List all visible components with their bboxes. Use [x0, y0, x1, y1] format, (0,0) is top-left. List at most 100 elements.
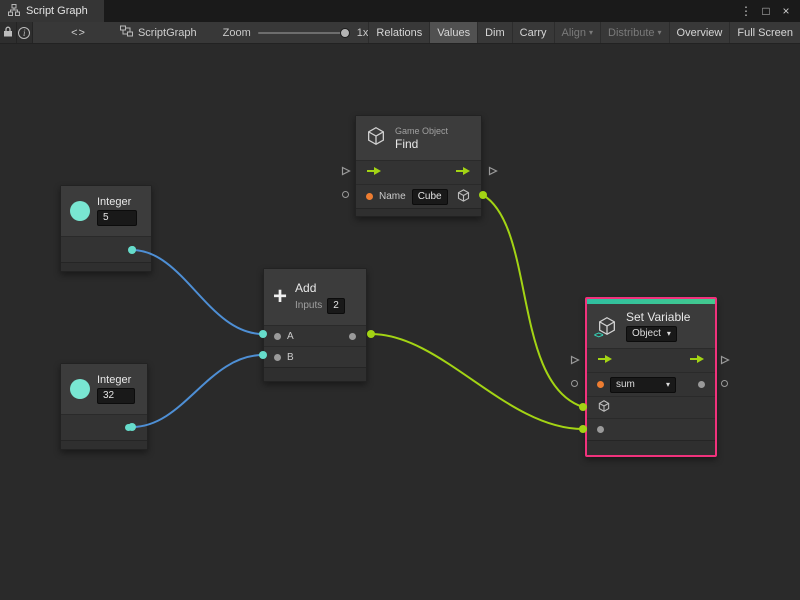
integer-node-1[interactable]: Integer 5 [60, 185, 152, 272]
distribute-button[interactable]: Distribute ▾ [600, 22, 668, 43]
full-screen-label: Full Screen [737, 27, 793, 39]
variable-name-port[interactable] [597, 381, 604, 388]
node-footer [356, 208, 481, 216]
integer-node-header: Integer 32 [61, 364, 147, 414]
set-variable-name-row: sum ▾ [587, 372, 715, 396]
values-label: Values [437, 27, 470, 39]
param-label: Name [379, 191, 406, 202]
zoom-slider-knob[interactable] [340, 28, 350, 38]
node-title: Set Variable [626, 310, 690, 324]
code-view-button[interactable]: <> [65, 22, 92, 43]
align-label: Align [562, 27, 586, 39]
integer-value-field[interactable]: 32 [97, 388, 135, 404]
set-variable-node[interactable]: <> Set Variable Object ▾ sum ▾ [585, 297, 717, 457]
zoom-control: Zoom 1x [223, 22, 369, 43]
wire-add-to-setvariable-value [371, 334, 583, 429]
name-value-field[interactable]: Cube [412, 189, 448, 205]
relations-label: Relations [376, 27, 422, 39]
distribute-label: Distribute [608, 27, 654, 39]
value-output-marker[interactable] [721, 380, 728, 387]
node-footer [587, 440, 715, 455]
toolbar-buttons: Relations Values Dim Carry Align▾ Distri… [368, 22, 800, 43]
zoom-slider-track [258, 32, 350, 34]
integer-node-2[interactable]: Integer 32 [60, 363, 148, 450]
graph-name: ScriptGraph [138, 27, 197, 39]
scope-value: Object [632, 328, 661, 340]
node-title: Add [295, 281, 345, 295]
string-input-port[interactable] [366, 193, 373, 200]
value-input-marker[interactable] [342, 191, 349, 198]
integer-node-header: Integer 5 [61, 186, 151, 236]
scope-dropdown[interactable]: Object ▾ [626, 326, 677, 342]
input-port-a[interactable] [274, 333, 281, 340]
add-node[interactable]: + Add Inputs 2 A B [263, 268, 367, 382]
info-button[interactable]: i [17, 22, 34, 43]
input-label-b: B [287, 352, 294, 363]
flow-input-port[interactable] [597, 354, 613, 367]
integer-output-row [61, 236, 151, 262]
chevron-down-icon: ▾ [658, 28, 662, 37]
node-title: Find [395, 137, 448, 151]
set-variable-object-row [587, 396, 715, 418]
value-input-marker[interactable] [571, 380, 578, 387]
variable-name-value: sum [616, 379, 635, 391]
dim-button[interactable]: Dim [477, 22, 512, 43]
maximize-icon[interactable]: □ [756, 1, 776, 21]
node-footer [264, 367, 366, 381]
integer-value-field[interactable]: 5 [97, 210, 137, 226]
integer-output-row [61, 414, 147, 440]
close-icon[interactable]: × [776, 1, 796, 21]
overview-button[interactable]: Overview [669, 22, 730, 43]
integer-icon [70, 379, 90, 399]
output-port[interactable] [129, 246, 136, 253]
relations-button[interactable]: Relations [368, 22, 429, 43]
zoom-value: 1x [357, 27, 369, 39]
set-variable-value-row [587, 418, 715, 440]
full-screen-button[interactable]: Full Screen [729, 22, 800, 43]
flow-input-port[interactable] [366, 166, 382, 179]
align-button[interactable]: Align▾ [554, 22, 600, 43]
integer-icon [70, 201, 90, 221]
variable-name-dropdown[interactable]: sum ▾ [610, 377, 676, 393]
menu-icon[interactable]: ⋮ [736, 1, 756, 21]
graph-breadcrumb[interactable]: ScriptGraph [120, 22, 197, 43]
sum-output-port[interactable] [349, 333, 356, 340]
wire-integer32-to-add-b [132, 355, 263, 427]
game-object-input-port[interactable] [597, 399, 611, 416]
input-label-a: A [287, 331, 294, 342]
flow-output-port[interactable] [689, 354, 705, 367]
toolbar: i <> ScriptGraph Zoom 1x Relations Value… [0, 22, 800, 44]
zoom-label: Zoom [223, 27, 251, 39]
graph-tab-icon [8, 4, 20, 19]
tab-script-graph[interactable]: Script Graph [0, 0, 104, 22]
carry-label: Carry [520, 27, 547, 39]
lock-icon [3, 26, 13, 40]
lock-button[interactable] [0, 22, 17, 43]
find-name-row: Name Cube [356, 184, 481, 208]
flow-output-marker[interactable] [720, 355, 730, 365]
flow-input-marker[interactable] [570, 355, 580, 365]
set-variable-icon: <> [596, 315, 618, 337]
carry-button[interactable]: Carry [512, 22, 554, 43]
input-port-b[interactable] [274, 354, 281, 361]
flow-input-marker[interactable] [341, 166, 351, 176]
node-footer [61, 262, 151, 271]
add-input-row-a: A [264, 325, 366, 346]
titlebar: Script Graph ⋮ □ × [0, 0, 800, 22]
value-output-port[interactable] [698, 381, 705, 388]
plus-icon: + [273, 285, 287, 309]
node-footer [61, 440, 147, 449]
dim-label: Dim [485, 27, 505, 39]
chevron-down-icon: ▾ [666, 379, 670, 391]
output-port[interactable] [125, 424, 132, 431]
inputs-count-field[interactable]: 2 [327, 298, 345, 314]
values-button[interactable]: Values [429, 22, 477, 43]
game-object-output-port[interactable] [456, 188, 471, 206]
flow-output-marker[interactable] [488, 166, 498, 176]
find-node[interactable]: Game Object Find Name Cube [355, 115, 482, 217]
zoom-slider[interactable] [258, 27, 350, 39]
flow-output-port[interactable] [455, 166, 471, 179]
value-input-port[interactable] [597, 426, 604, 433]
graph-canvas[interactable]: Integer 5 Integer 32 Game [0, 44, 800, 600]
set-variable-header: <> Set Variable Object ▾ [587, 304, 715, 348]
